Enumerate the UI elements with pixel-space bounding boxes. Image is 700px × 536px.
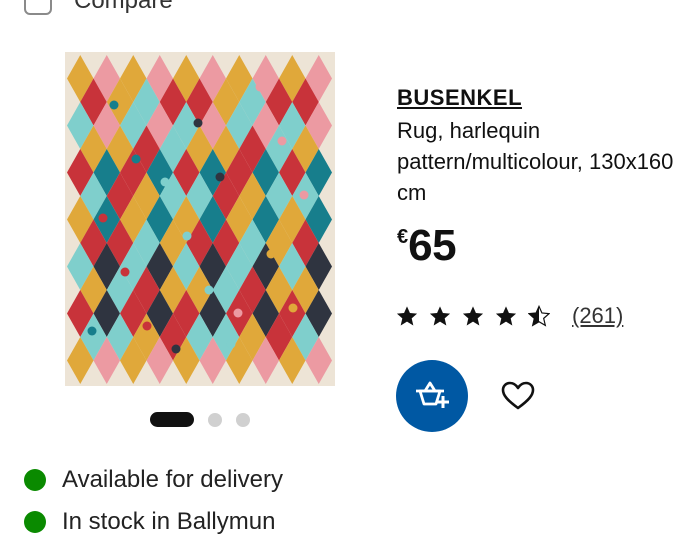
rug-dot bbox=[193, 118, 203, 128]
rating[interactable]: (261) bbox=[396, 303, 623, 329]
rug-dot bbox=[87, 326, 97, 336]
rug-dot bbox=[131, 154, 141, 164]
rug-dot bbox=[204, 285, 214, 295]
rug-dot bbox=[109, 100, 119, 110]
star-icon bbox=[495, 306, 517, 326]
rug-dot bbox=[80, 77, 90, 87]
store-availability: In stock in Ballymun bbox=[24, 508, 275, 536]
star-icon bbox=[396, 306, 418, 326]
compare-checkbox[interactable] bbox=[24, 0, 52, 15]
star-icon bbox=[462, 306, 484, 326]
currency-symbol: € bbox=[397, 226, 409, 248]
half-star-icon bbox=[528, 305, 550, 327]
rug-dot bbox=[226, 339, 236, 349]
review-count-link[interactable]: (261) bbox=[572, 303, 623, 329]
delivery-availability-text: Available for delivery bbox=[62, 466, 284, 493]
add-to-favourites-button[interactable] bbox=[498, 378, 538, 414]
availability-status-dot bbox=[24, 469, 46, 491]
carousel-dot[interactable] bbox=[236, 412, 250, 427]
product-image[interactable] bbox=[65, 52, 335, 386]
rug-dot bbox=[299, 190, 309, 200]
add-to-cart-button[interactable] bbox=[396, 360, 468, 432]
rug-dot bbox=[244, 195, 254, 205]
add-to-cart-icon bbox=[416, 381, 449, 408]
compare-row[interactable]: Compare bbox=[24, 0, 173, 16]
rug-dot bbox=[182, 231, 192, 241]
rug-dot bbox=[171, 344, 181, 354]
rug-dot bbox=[153, 208, 163, 218]
rug-dot bbox=[215, 172, 225, 182]
image-carousel-indicator bbox=[150, 412, 250, 427]
product-price: € 65 bbox=[397, 221, 457, 270]
rug-dot bbox=[98, 213, 108, 223]
product-name-link[interactable]: BUSENKEL bbox=[397, 84, 697, 112]
rug-dot bbox=[142, 321, 152, 331]
availability-status-dot bbox=[24, 511, 46, 533]
rug-dot bbox=[120, 267, 130, 277]
rug-dot bbox=[255, 82, 265, 92]
delivery-availability: Available for delivery bbox=[24, 466, 283, 494]
star-icon bbox=[429, 306, 451, 326]
compare-label: Compare bbox=[74, 0, 173, 14]
heart-icon bbox=[501, 381, 535, 410]
rug-dot bbox=[277, 136, 287, 146]
rug-dot bbox=[288, 303, 298, 313]
product-description: Rug, harlequin pattern/multicolour, 130x… bbox=[397, 118, 674, 205]
store-availability-text: In stock in Ballymun bbox=[62, 508, 276, 535]
price-value: 65 bbox=[408, 221, 457, 270]
rug-dot bbox=[266, 249, 276, 259]
rug-dot bbox=[160, 177, 170, 187]
carousel-dot[interactable] bbox=[208, 412, 222, 427]
carousel-dot-active[interactable] bbox=[150, 412, 194, 427]
product-info: BUSENKEL Rug, harlequin pattern/multicol… bbox=[397, 84, 697, 208]
rug-dot bbox=[233, 308, 243, 318]
